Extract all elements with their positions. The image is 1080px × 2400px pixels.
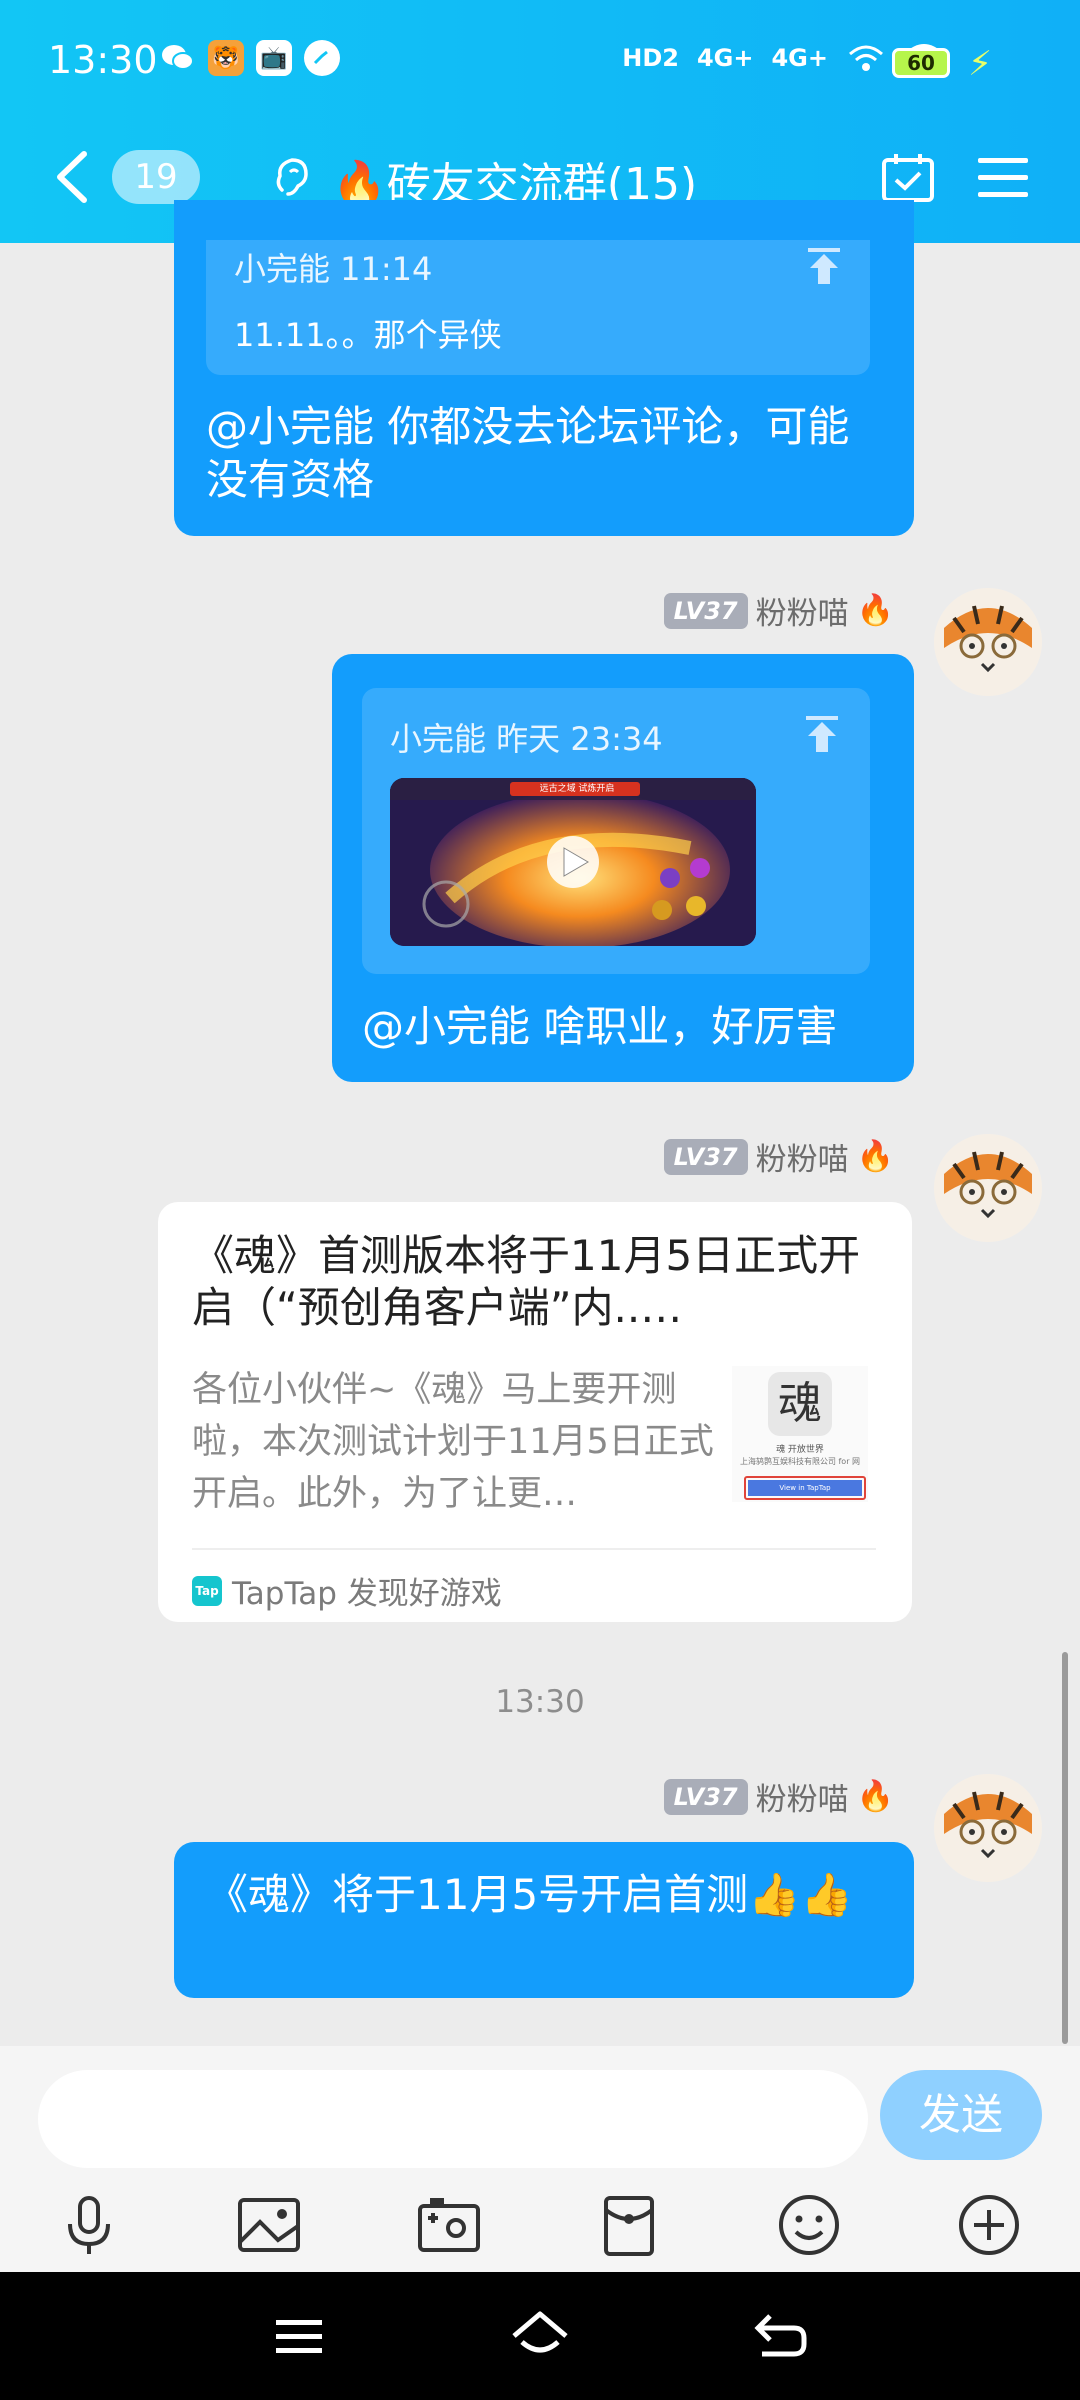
status-bar: 13:30 🐯 📺 HD2 4G+ 4G+ 60 ⚡ bbox=[0, 0, 1080, 124]
input-area: 发送 bbox=[0, 2046, 1080, 2272]
menu-icon[interactable] bbox=[976, 156, 1030, 198]
thumb-view-button-label: View in TapTap bbox=[748, 1480, 862, 1496]
message-input[interactable] bbox=[38, 2070, 868, 2168]
home-icon[interactable] bbox=[510, 2308, 570, 2364]
image-icon[interactable] bbox=[236, 2192, 302, 2258]
back-icon[interactable] bbox=[50, 148, 96, 206]
message-bubble-1[interactable]: 小完能 11:14 11.11。。那个异侠 @小完能 你都没去论坛评论，可能没有… bbox=[174, 200, 914, 536]
red-packet-icon[interactable] bbox=[596, 2192, 662, 2258]
unread-badge[interactable]: 19 bbox=[112, 150, 200, 204]
message-text: @小完能 你都没去论坛评论，可能没有资格 bbox=[206, 402, 850, 504]
video-thumbnail[interactable]: 远古之域 试炼开启 bbox=[390, 778, 756, 946]
jump-to-top-icon[interactable] bbox=[802, 714, 842, 754]
card-source-label: TapTap 发现好游戏 bbox=[232, 1576, 502, 1612]
message-bubble-4[interactable]: 《魂》将于11月5号开启首测👍👍 bbox=[174, 1842, 914, 1998]
level-badge: LV37 bbox=[663, 1138, 748, 1175]
level-badge: LV37 bbox=[663, 1778, 748, 1815]
bilibili-app-icon: 📺 bbox=[256, 40, 292, 76]
battery-indicator: 60 bbox=[892, 48, 950, 78]
avatar[interactable] bbox=[934, 1134, 1042, 1242]
level-badge: LV37 bbox=[663, 592, 748, 629]
scrollbar[interactable] bbox=[1062, 1652, 1068, 2044]
wechat-icon bbox=[160, 40, 196, 76]
speed-icon bbox=[304, 40, 340, 76]
plus-icon[interactable] bbox=[956, 2192, 1022, 2258]
signal-2-icon: 4G+ bbox=[771, 44, 828, 72]
fire-icon: 🔥 bbox=[856, 593, 894, 628]
quoted-message[interactable]: 小完能 11:14 11.11。。那个异侠 bbox=[206, 240, 870, 375]
link-card[interactable]: 《魂》首测版本将于11月5日正式开启（“预创角客户端”内..… 各位小伙伴~《魂… bbox=[158, 1202, 912, 1622]
hd-icon: HD2 bbox=[622, 44, 679, 72]
calendar-check-icon[interactable] bbox=[880, 150, 936, 204]
game-logo-icon: 魂 bbox=[768, 1372, 832, 1436]
card-thumbnail: 魂 魂 开放世界 上海鸫鹮互娱科技有限公司 for 网 View in TapT… bbox=[732, 1366, 868, 1502]
camera-icon[interactable] bbox=[416, 2192, 482, 2258]
card-divider bbox=[192, 1548, 876, 1550]
hotspot-icon bbox=[849, 45, 883, 71]
back-nav-icon[interactable] bbox=[750, 2308, 810, 2364]
message-text: @小完能 啥职业，好厉害 bbox=[362, 1002, 838, 1051]
send-button[interactable]: 发送 bbox=[880, 2070, 1042, 2160]
sender-name[interactable]: 粉粉喵 bbox=[756, 1774, 849, 1819]
thumb-game-name: 魂 开放世界 bbox=[776, 1445, 824, 1455]
quote-author-time: 小完能 11:14 bbox=[234, 250, 433, 288]
microphone-icon[interactable] bbox=[56, 2192, 122, 2258]
sender-meta: LV37 粉粉喵 🔥 bbox=[663, 588, 894, 633]
card-description: 各位小伙伴~《魂》马上要开测啦，本次测试计划于11月5日正式开启。此外，为了让更… bbox=[192, 1370, 714, 1514]
signal-1-icon: 4G+ bbox=[696, 44, 754, 72]
input-toolbar bbox=[0, 2180, 1080, 2272]
jump-to-top-icon[interactable] bbox=[804, 246, 844, 286]
thumb-view-button: View in TapTap bbox=[744, 1476, 866, 1500]
message-bubble-2[interactable]: 小完能 昨天 23:34 远古之域 试炼开启 @小完能 啥职业，好厉害 bbox=[332, 654, 914, 1082]
charging-icon: ⚡ bbox=[968, 44, 992, 84]
taptap-logo-icon: Tap bbox=[192, 1575, 222, 1606]
message-timestamp: 13:30 bbox=[495, 1684, 585, 1720]
system-nav-bar bbox=[0, 2272, 1080, 2400]
sender-name[interactable]: 粉粉喵 bbox=[756, 1134, 849, 1179]
quote-author-time: 小完能 昨天 23:34 bbox=[390, 720, 663, 758]
card-title: 《魂》首测版本将于11月5日正式开启（“预创角客户端”内..… bbox=[192, 1231, 861, 1332]
recent-apps-icon[interactable] bbox=[270, 2308, 330, 2364]
sender-meta: LV37 粉粉喵 🔥 bbox=[663, 1134, 894, 1179]
quoted-video-message[interactable]: 小完能 昨天 23:34 远古之域 试炼开启 bbox=[362, 688, 870, 974]
notification-icons: 🐯 📺 bbox=[160, 40, 340, 76]
sender-meta: LV37 粉粉喵 🔥 bbox=[663, 1774, 894, 1819]
sender-name[interactable]: 粉粉喵 bbox=[756, 588, 849, 633]
fire-icon: 🔥 bbox=[856, 1139, 894, 1174]
thumb-company: 上海鸫鹮互娱科技有限公司 for 网 bbox=[739, 1457, 861, 1466]
message-text: 《魂》将于11月5号开启首测👍👍 bbox=[206, 1870, 853, 1919]
fire-icon: 🔥 bbox=[856, 1779, 894, 1814]
emoji-icon[interactable] bbox=[776, 2192, 842, 2258]
card-source: Tap TapTap 发现好游戏 bbox=[192, 1568, 502, 1613]
quote-text: 11.11。。那个异侠 bbox=[234, 316, 502, 354]
video-banner-text: 远古之域 试炼开启 bbox=[539, 784, 615, 794]
status-time: 13:30 bbox=[48, 38, 158, 82]
avatar[interactable] bbox=[934, 1774, 1042, 1882]
game-app-icon: 🐯 bbox=[208, 40, 244, 76]
avatar[interactable] bbox=[934, 588, 1042, 696]
